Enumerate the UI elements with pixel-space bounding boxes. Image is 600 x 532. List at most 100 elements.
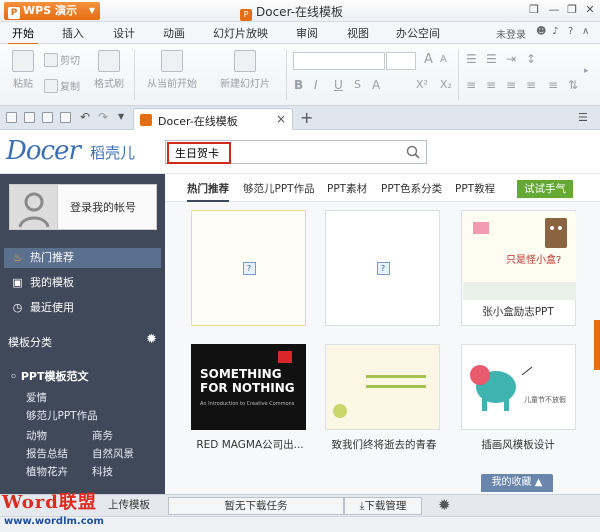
ribbon-scroll-icon[interactable]: ▸ [584,66,589,76]
search-input[interactable] [167,142,231,164]
preview-icon[interactable] [60,112,71,123]
tab-color-series[interactable]: PPT色系分类 [381,181,442,196]
bold-button[interactable]: B [294,78,303,92]
sub-category-nature[interactable]: 自然风景 [92,446,134,461]
sub-category-tech[interactable]: 科技 [92,464,113,479]
indent-icon[interactable]: ⇥ [506,52,516,66]
docer-logo[interactable]: Docer [6,136,81,166]
menu-tab-review[interactable]: 审阅 [296,25,318,41]
text-direction-icon[interactable]: ⇅ [568,78,578,92]
font-size-select[interactable] [386,52,416,70]
tab-ppt-materials[interactable]: PPT素材 [327,181,367,196]
play-slideshow-icon [161,50,183,72]
minimize-button[interactable]: — [546,2,562,18]
align-center-icon[interactable]: ≡ [486,78,496,92]
number-list-icon[interactable]: ☰ [486,52,497,66]
sub-category-report[interactable]: 报告总结 [26,446,68,461]
search-icon[interactable] [406,145,420,159]
template-title[interactable]: 致我们终将逝去的青春 [319,437,449,452]
sub-category-love[interactable]: 爱情 [26,390,47,405]
wps-app-menu-button[interactable]: P WPS 演示 ▼ [4,2,100,20]
tab-list-icon[interactable]: ☰ [578,111,588,124]
my-favorites-button[interactable]: 我的收藏 ▲ [481,474,553,492]
template-title[interactable]: 插画风模板设计 [453,437,583,452]
redo-icon[interactable]: ↷ [98,110,108,124]
gear-icon[interactable]: ✹ [146,332,157,347]
tab-goufaner[interactable]: 够范儿PPT作品 [243,181,315,196]
font-grow-button[interactable]: A [424,52,433,67]
undo-icon[interactable]: ↶ [80,110,90,124]
download-manager-button[interactable]: ⤓下载管理 [344,497,422,515]
template-card[interactable]: 儿童节不放假 [461,344,576,430]
menu-tab-home[interactable]: 开始 [8,25,38,45]
menu-tab-design[interactable]: 设计 [113,25,135,41]
new-file-icon[interactable] [6,112,17,123]
from-current-button[interactable]: 从当前开始 [142,50,202,90]
template-card[interactable]: ? [325,210,440,326]
justify-icon[interactable]: ≡ [526,78,536,92]
font-family-select[interactable] [293,52,385,70]
menu-tab-slideshow[interactable]: 幻灯片放映 [213,25,268,41]
menu-tab-office-space[interactable]: 办公空间 [396,25,440,41]
distribute-icon[interactable]: ≡ [548,78,558,92]
side-feedback-tab[interactable] [594,320,600,370]
menu-tab-animation[interactable]: 动画 [163,25,185,41]
save-icon[interactable] [24,112,35,123]
cut-button[interactable]: 剪切 [44,52,80,67]
align-right-icon[interactable]: ≡ [506,78,516,92]
template-title[interactable]: RED MAGMA公司出... [185,437,315,452]
try-luck-button[interactable]: 试试手气 [517,180,573,198]
tab-ppt-tutorial[interactable]: PPT教程 [455,181,495,196]
format-painter-button[interactable]: 格式刷 [92,50,126,90]
copy-button[interactable]: 复制 [44,78,80,93]
underline-button[interactable]: U [334,78,343,92]
gear-icon[interactable]: ✹ [438,496,451,514]
login-button[interactable]: 登录我的帐号 [9,184,157,230]
tab-docer-online-templates[interactable]: Docer-在线模板 × [133,108,293,130]
category-tabs: 热门推荐 够范儿PPT作品 PPT素材 PPT色系分类 PPT教程 试试手气 [165,174,600,202]
login-status[interactable]: 未登录 [496,26,526,41]
print-icon[interactable] [42,112,53,123]
line-spacing-icon[interactable]: ↕ [526,52,536,66]
sub-category-plants[interactable]: 植物花卉 [26,464,68,479]
menu-tab-insert[interactable]: 插入 [62,25,84,41]
italic-button[interactable]: I [314,78,318,92]
template-card[interactable]: ? [191,210,306,326]
subscript-button[interactable]: X₂ [440,78,452,91]
menu-tab-view[interactable]: 视图 [347,25,369,41]
sidebar-item-label: 我的模板 [30,276,74,289]
bell-icon[interactable]: ♪ [552,26,558,37]
restore-button[interactable]: ❐ [564,2,580,18]
tab-hot[interactable]: 热门推荐 [187,181,229,202]
template-card[interactable]: SOMETHING FOR NOTHING An Introduction to… [191,344,306,430]
square-icon: ▣ [12,276,23,289]
ppt-category-header[interactable]: ◦ PPT模板范文 [10,368,89,384]
template-title[interactable]: 张小盒励志PPT [453,304,583,319]
sidebar-item-hot[interactable]: ♨ 热门推荐 [4,248,161,268]
help-icon[interactable]: ? [568,26,573,37]
superscript-button[interactable]: X² [416,78,428,91]
sub-category-goufaner[interactable]: 够范儿PPT作品 [26,408,98,423]
quick-access-dropdown-icon[interactable]: ▼ [118,112,124,121]
sub-category-animal[interactable]: 动物 [26,428,47,443]
thumbnail-text: 只是怪小盒? [506,255,562,266]
close-tab-icon[interactable]: × [276,112,286,126]
shadow-button[interactable]: S [354,78,361,91]
add-tab-button[interactable]: + [300,108,313,127]
upload-template-button[interactable]: 上传模板 [96,497,162,515]
sidebar-item-my-templates[interactable]: ▣ 我的模板 [4,273,161,293]
paste-button[interactable]: 粘贴 [10,50,36,90]
bullet-list-icon[interactable]: ☰ [466,52,477,66]
font-shrink-button[interactable]: A [440,54,447,65]
close-button[interactable]: ✕ [582,2,598,18]
new-slide-button[interactable]: 新建幻灯片 [212,50,278,90]
chevron-up-icon[interactable]: ∧ [582,26,589,37]
skin-icon[interactable]: ☻ [536,26,546,37]
font-color-button[interactable]: A [372,78,380,92]
sub-category-business[interactable]: 商务 [92,428,113,443]
align-left-icon[interactable]: ≡ [466,78,476,92]
sidebar-item-recent[interactable]: ◷ 最近使用 [4,298,161,318]
ribbon-divider [458,50,459,100]
template-card[interactable] [325,344,440,430]
skin-icon[interactable]: ❒ [526,2,542,18]
